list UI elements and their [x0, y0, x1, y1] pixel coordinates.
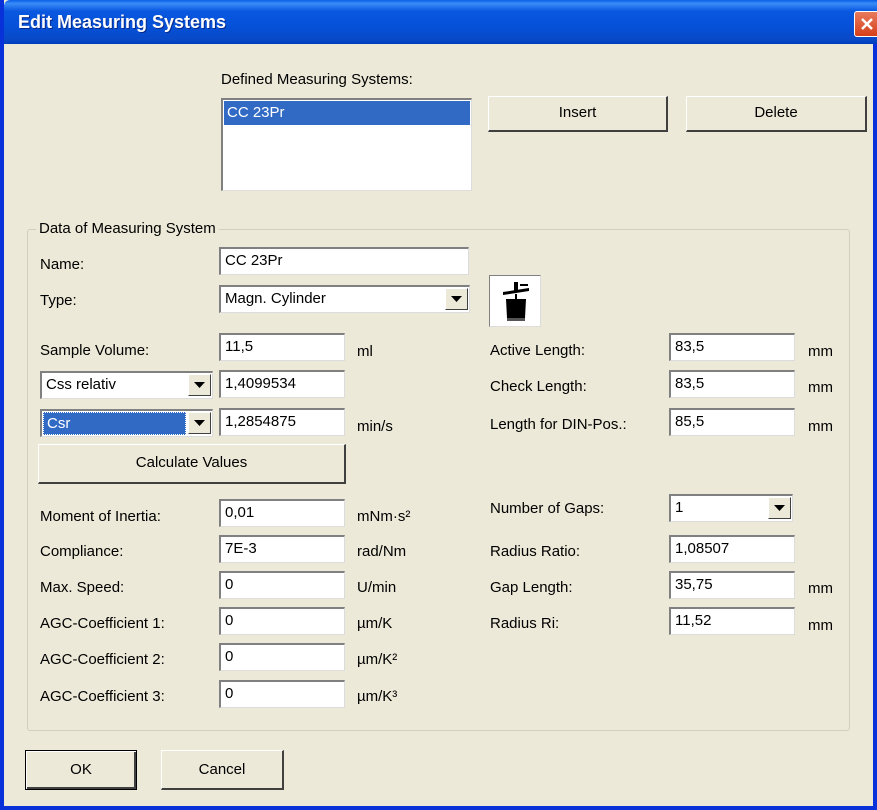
css-select[interactable]: Css relativ — [40, 371, 213, 399]
compliance-field[interactable]: 7E-3 — [219, 535, 345, 563]
agc-coefficient-3-label: AGC-Coefficient 3: — [40, 688, 165, 705]
active-length-unit: mm — [808, 343, 833, 360]
chevron-down-icon — [194, 420, 205, 426]
csr-unit: min/s — [357, 418, 393, 435]
radius-ratio-label: Radius Ratio: — [490, 543, 581, 560]
check-length-label: Check Length: — [490, 378, 587, 395]
css-select-value: Css relativ — [46, 376, 117, 393]
number-of-gaps-select[interactable]: 1 — [669, 494, 793, 522]
name-label: Name: — [40, 256, 85, 273]
agc-coefficient-3-unit: µm/K³ — [357, 688, 398, 705]
type-dropdown-button[interactable] — [445, 288, 468, 310]
agc-coefficient-2-field[interactable]: 0 — [219, 643, 345, 671]
close-icon — [861, 18, 873, 30]
type-label: Type: — [40, 292, 77, 309]
moment-of-inertia-field[interactable]: 0,01 — [219, 499, 345, 527]
agc-coefficient-1-unit: µm/K — [357, 615, 393, 632]
csr-dropdown-button[interactable] — [188, 412, 211, 434]
moment-of-inertia-unit: mNm·s² — [357, 508, 411, 525]
delete-button[interactable]: Delete — [686, 96, 867, 132]
cancel-button[interactable]: Cancel — [161, 750, 284, 790]
check-length-unit: mm — [808, 379, 833, 396]
csr-select[interactable]: Csr — [40, 409, 213, 437]
sample-volume-label: Sample Volume: — [40, 342, 150, 359]
din-length-field[interactable]: 85,5 — [669, 408, 795, 436]
max-speed-label: Max. Speed: — [40, 579, 125, 596]
group-title: Data of Measuring System — [36, 220, 219, 238]
active-length-label: Active Length: — [490, 342, 586, 359]
chevron-down-icon — [451, 296, 462, 302]
defined-systems-list[interactable]: CC 23Pr — [221, 98, 472, 191]
gap-length-field[interactable]: 35,75 — [669, 571, 795, 599]
gaps-dropdown-button[interactable] — [768, 497, 791, 519]
name-field[interactable]: CC 23Pr — [219, 247, 469, 275]
type-value: Magn. Cylinder — [225, 290, 326, 307]
compliance-unit: rad/Nm — [357, 543, 407, 560]
max-speed-unit: U/min — [357, 579, 397, 596]
csr-value-field[interactable]: 1,2854875 — [219, 408, 345, 436]
max-speed-field[interactable]: 0 — [219, 571, 345, 599]
agc-coefficient-1-field[interactable]: 0 — [219, 607, 345, 635]
din-length-unit: mm — [808, 418, 833, 435]
csr-select-value: Csr — [43, 412, 186, 435]
agc-coefficient-2-unit: µm/K² — [357, 651, 398, 668]
radius-ri-unit: mm — [808, 617, 833, 634]
chevron-down-icon — [774, 505, 785, 511]
type-icon-box — [489, 275, 541, 327]
css-dropdown-button[interactable] — [188, 374, 211, 396]
magnetic-cylinder-icon — [503, 282, 529, 321]
number-of-gaps-value: 1 — [675, 499, 684, 516]
radius-ri-field[interactable]: 11,52 — [669, 607, 795, 635]
insert-button[interactable]: Insert — [488, 96, 668, 132]
ok-button[interactable]: OK — [25, 750, 137, 790]
moment-of-inertia-label: Moment of Inertia: — [40, 508, 161, 525]
active-length-field[interactable]: 83,5 — [669, 333, 795, 361]
gap-length-unit: mm — [808, 580, 833, 597]
agc-coefficient-3-field[interactable]: 0 — [219, 680, 345, 708]
defined-systems-label: Defined Measuring Systems: — [221, 71, 413, 88]
type-select[interactable]: Magn. Cylinder — [219, 285, 470, 313]
din-length-label: Length for DIN-Pos.: — [490, 416, 627, 433]
title-bar[interactable]: Edit Measuring Systems — [4, 0, 877, 44]
close-button[interactable] — [854, 11, 877, 37]
radius-ratio-field[interactable]: 1,08507 — [669, 535, 795, 563]
css-value-field[interactable]: 1,4099534 — [219, 370, 345, 398]
window-title: Edit Measuring Systems — [18, 12, 227, 32]
gap-length-label: Gap Length: — [490, 579, 573, 596]
list-item[interactable]: CC 23Pr — [224, 101, 470, 125]
check-length-field[interactable]: 83,5 — [669, 370, 795, 398]
sample-volume-unit: ml — [357, 343, 373, 360]
chevron-down-icon — [194, 382, 205, 388]
calculate-values-button[interactable]: Calculate Values — [38, 444, 346, 484]
radius-ri-label: Radius Ri: — [490, 615, 560, 632]
number-of-gaps-label: Number of Gaps: — [490, 500, 605, 517]
agc-coefficient-2-label: AGC-Coefficient 2: — [40, 651, 165, 668]
agc-coefficient-1-label: AGC-Coefficient 1: — [40, 615, 165, 632]
compliance-label: Compliance: — [40, 543, 124, 560]
sample-volume-field[interactable]: 11,5 — [219, 333, 345, 361]
